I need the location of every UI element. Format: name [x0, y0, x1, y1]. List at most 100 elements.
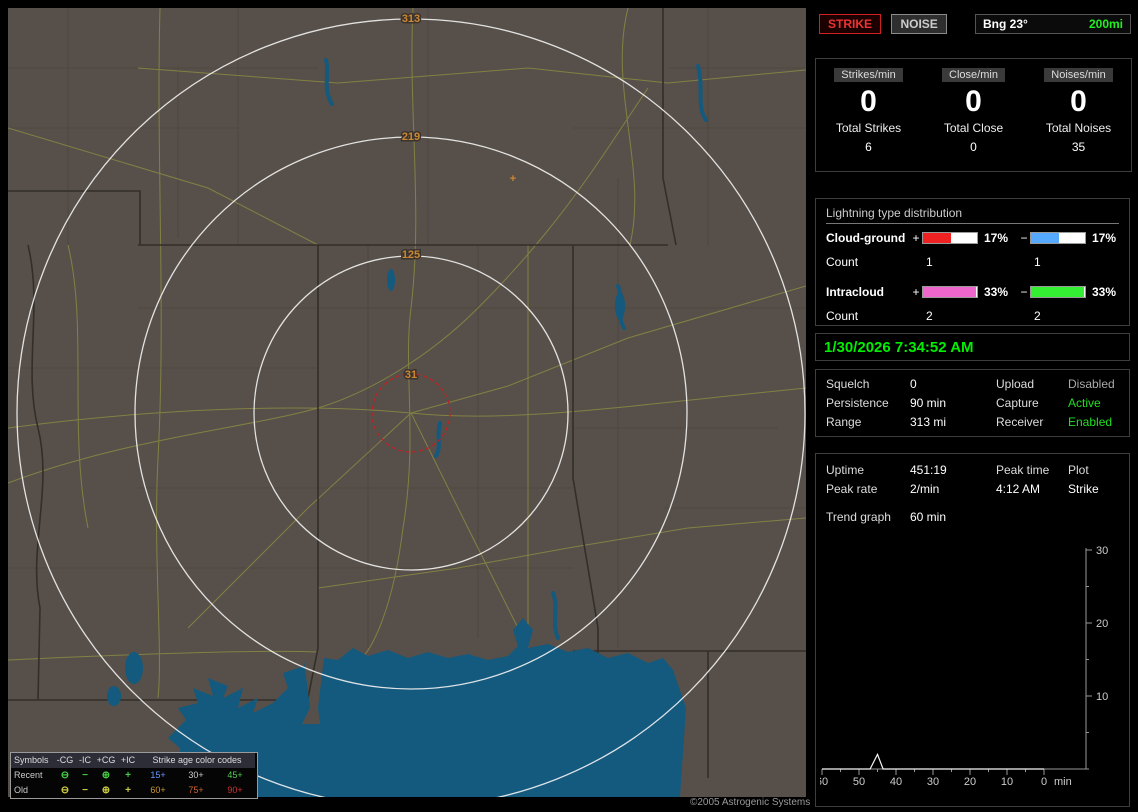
status-panel: Squelch 0 Upload Disabled Persistence 90… — [815, 369, 1130, 437]
cloud-ground-count-row: Count 1 1 — [826, 252, 1119, 272]
pos-cg-old-icon: ⊕ — [101, 785, 111, 796]
receiver-status: Enabled — [1068, 415, 1113, 429]
age-90: 90+ — [227, 785, 243, 795]
legend-old-label: Old — [14, 785, 29, 795]
svg-text:20: 20 — [964, 776, 976, 788]
ring-label-125: 125 — [402, 249, 420, 261]
side-panel: STRIKE NOISE Bng 23° 200mi Strikes/min 0… — [815, 0, 1133, 812]
strikes-per-min-label: Strikes/min — [834, 68, 903, 82]
persistence-value: 90 min — [910, 396, 947, 410]
age-60: 60+ — [150, 785, 166, 795]
age-30: 30+ — [188, 770, 204, 780]
ring-label-313: 313 — [402, 13, 420, 25]
range-value: 200mi — [1088, 17, 1123, 31]
trend-series-line — [822, 752, 1044, 770]
cg-positive-bar — [922, 232, 978, 244]
lightning-distribution-panel: Lightning type distribution Cloud-ground… — [815, 198, 1130, 326]
ic-count-label: Count — [826, 309, 859, 323]
upload-status: Disabled — [1068, 377, 1115, 391]
map-canvas[interactable]: 313 219 125 31 + — [8, 8, 806, 797]
cloud-ground-label: Cloud-ground — [826, 231, 906, 245]
datetime-display: 1/30/2026 7:34:52 AM — [815, 333, 1130, 361]
close-per-min-value: 0 — [965, 85, 982, 118]
svg-text:60: 60 — [820, 776, 828, 788]
ring-label-219: 219 — [402, 131, 420, 143]
strikes-counter: Strikes/min 0 Total Strikes 6 — [816, 59, 921, 171]
pos-ic-recent-icon: + — [125, 770, 131, 781]
ic-positive-bar — [922, 286, 978, 298]
peak-time-label: Peak time — [996, 463, 1050, 477]
ic-positive-bar-fill — [923, 287, 977, 297]
legend-col-ncg: -CG — [55, 753, 75, 768]
map-area: 313 219 125 31 + Symbols -CG -IC +CG +IC… — [8, 8, 806, 799]
ic-negative-pct: 33% — [1092, 285, 1117, 299]
ic-positive-count: 2 — [926, 309, 933, 323]
stats-trend-panel: Uptime 451:19 Peak time Plot Peak rate 2… — [815, 453, 1130, 807]
cg-negative-count: 1 — [1034, 255, 1041, 269]
total-close-label: Total Close — [943, 121, 1004, 135]
trend-window-value: 60 min — [910, 510, 947, 524]
range-label: Range — [826, 415, 862, 429]
uptime-label: Uptime — [826, 463, 865, 477]
range-setting-value: 313 mi — [910, 415, 947, 429]
age-15: 15+ — [150, 770, 166, 780]
svg-text:0: 0 — [1041, 776, 1047, 788]
peak-rate-value: 2/min — [910, 482, 940, 496]
age-75: 75+ — [188, 785, 204, 795]
cg-count-label: Count — [826, 255, 859, 269]
peak-rate-label: Peak rate — [826, 482, 878, 496]
ic-negative-bar — [1030, 286, 1086, 298]
trend-graph: 60 50 40 30 20 10 0 min 10 20 30 — [820, 545, 1108, 788]
neg-ic-recent-icon: − — [82, 770, 88, 781]
ring-label-31: 31 — [405, 369, 417, 381]
legend-age-title: Strike age color codes — [139, 753, 255, 768]
peak-time-value: 4:12 AM — [996, 482, 1041, 496]
total-noises-label: Total Noises — [1045, 121, 1112, 135]
svg-text:30: 30 — [1096, 545, 1108, 557]
svg-text:20: 20 — [1096, 618, 1108, 630]
total-strikes-label: Total Strikes — [835, 121, 902, 135]
intracloud-label: Intracloud — [826, 285, 885, 299]
ic-positive-pct: 33% — [984, 285, 1009, 299]
cg-positive-bar-fill — [923, 233, 951, 243]
cloud-ground-row: Cloud-ground + 17% − 17% — [826, 228, 1119, 248]
close-counter: Close/min 0 Total Close 0 — [921, 59, 1026, 171]
legend-recent-label: Recent — [14, 770, 43, 780]
copyright-text: ©2005 Astrogenic Systems — [690, 797, 811, 808]
mode-toolbar: STRIKE NOISE Bng 23° 200mi — [819, 14, 1131, 36]
svg-text:min: min — [1054, 776, 1072, 788]
strikes-per-min-value: 0 — [860, 85, 877, 118]
rate-counters-panel: Strikes/min 0 Total Strikes 6 Close/min … — [815, 58, 1132, 172]
svg-text:50: 50 — [853, 776, 865, 788]
cg-negative-pct: 17% — [1092, 231, 1117, 245]
symbols-legend: Symbols -CG -IC +CG +IC Strike age color… — [10, 752, 258, 799]
close-per-min-label: Close/min — [942, 68, 1005, 82]
distribution-title: Lightning type distribution — [826, 206, 1119, 224]
squelch-label: Squelch — [826, 377, 870, 391]
trend-graph-label: Trend graph — [826, 510, 891, 524]
pos-cg-recent-icon: ⊕ — [101, 770, 111, 781]
squelch-value: 0 — [910, 377, 917, 391]
svg-text:10: 10 — [1096, 691, 1108, 703]
persistence-label: Persistence — [826, 396, 889, 410]
legend-symbols-header: Symbols — [11, 753, 55, 768]
intracloud-count-row: Count 2 2 — [826, 306, 1119, 326]
strike-marker-icon: + — [510, 173, 516, 185]
neg-cg-old-icon: ⊖ — [60, 785, 70, 796]
plus-sign: + — [912, 285, 920, 299]
legend-col-nic: -IC — [75, 753, 95, 768]
ic-negative-bar-fill — [1031, 287, 1085, 297]
minus-sign: − — [1020, 231, 1028, 245]
svg-text:30: 30 — [927, 776, 939, 788]
noises-per-min-value: 0 — [1070, 85, 1087, 118]
strike-button[interactable]: STRIKE — [819, 14, 882, 34]
intracloud-row: Intracloud + 33% − 33% — [826, 282, 1119, 302]
legend-col-pic: +IC — [117, 753, 139, 768]
svg-text:10: 10 — [1001, 776, 1013, 788]
total-close-value: 0 — [970, 140, 977, 154]
cg-positive-count: 1 — [926, 255, 933, 269]
cg-negative-bar-fill — [1031, 233, 1059, 243]
noise-button[interactable]: NOISE — [891, 14, 947, 34]
trend-axis-ticks: 60 50 40 30 20 10 0 min 10 20 30 — [820, 545, 1108, 788]
neg-cg-recent-icon: ⊖ — [60, 770, 70, 781]
